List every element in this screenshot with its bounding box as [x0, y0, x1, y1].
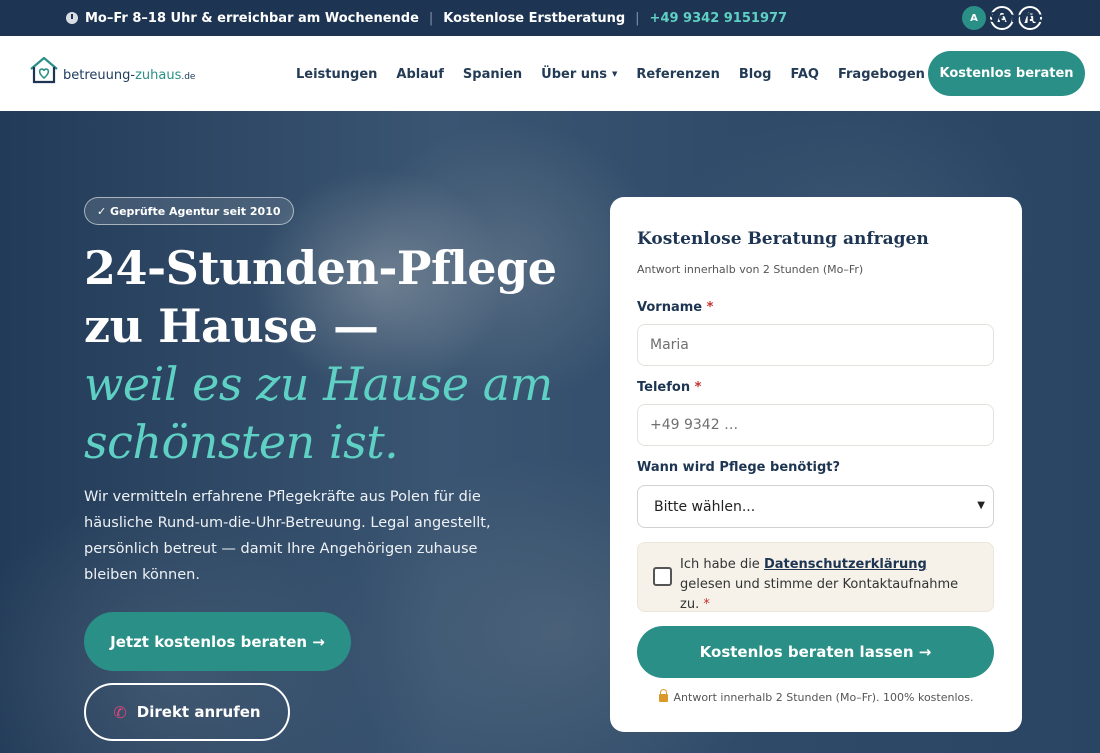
site-header: betreuung-zuhaus.de Leistungen Ablauf Sp…	[0, 36, 1100, 111]
nav-item-spanien[interactable]: Spanien	[463, 67, 522, 82]
submit-button[interactable]: Kostenlos beraten lassen →	[637, 626, 994, 678]
consent-text: Ich habe die Datenschutzerklärung gelese…	[680, 555, 980, 615]
hero-consult-button[interactable]: Jetzt kostenlos beraten →	[84, 612, 351, 671]
logo[interactable]: betreuung-zuhaus.de	[28, 56, 195, 84]
form-footnote-text: Antwort innerhalb 2 Stunden (Mo–Fr). 100…	[673, 691, 974, 704]
house-heart-icon	[30, 56, 58, 84]
privacy-policy-link[interactable]: Datenschutzerklärung	[764, 557, 927, 572]
chevron-down-icon: ▼	[612, 70, 618, 78]
required-mark: *	[706, 300, 714, 315]
care-start-selected: Bitte wählen...	[654, 498, 756, 515]
hero-title: 24-Stunden-Pflege zu Hause — weil es zu …	[84, 239, 594, 471]
free-consultation-text: Kostenlose Erstberatung	[443, 10, 626, 26]
form-title: Kostenlose Beratung anfragen	[637, 229, 929, 249]
opening-hours: Mo–Fr 8–18 Uhr & erreichbar am Wochenend…	[85, 10, 419, 26]
required-mark: *	[694, 380, 702, 395]
divider: |	[635, 10, 640, 26]
font-size-small-button[interactable]: A	[962, 6, 986, 30]
care-start-label: Wann wird Pflege benötigt?	[637, 460, 841, 475]
nav-item-label: Über uns	[541, 67, 608, 82]
firstname-label: Vorname *	[637, 300, 713, 315]
phone-link[interactable]: +49 9342 9151977	[650, 11, 788, 26]
firstname-input[interactable]	[637, 324, 994, 366]
required-mark: *	[703, 597, 710, 612]
hero-lead-text: Wir vermitteln erfahrene Pflegekräfte au…	[84, 489, 491, 583]
firstname-label-text: Vorname	[637, 300, 703, 315]
call-button-label: Direkt anrufen	[136, 703, 261, 721]
hero-title-line-2: zu Hause —	[84, 299, 379, 353]
phone-label-text: Telefon	[637, 380, 691, 395]
nav-item-ablauf[interactable]: Ablauf	[396, 67, 444, 82]
consent-text-pre: Ich habe die	[680, 557, 764, 572]
hero-title-line-1: 24-Stunden-Pflege	[84, 241, 557, 295]
trust-badge: ✓ Geprüfte Agentur seit 2010	[84, 197, 294, 225]
logo-accent: zuhaus	[135, 68, 182, 83]
logo-tld: .de	[181, 72, 196, 82]
top-bar: Mo–Fr 8–18 Uhr & erreichbar am Wochenend…	[0, 0, 1100, 36]
logo-name: betreuung-	[63, 68, 136, 83]
consultation-form-card: Kostenlose Beratung anfragen Antwort inn…	[610, 197, 1022, 732]
nav-item-referenzen[interactable]: Referenzen	[636, 67, 719, 82]
phone-label: Telefon *	[637, 380, 701, 395]
privacy-consent: Ich habe die Datenschutzerklärung gelese…	[637, 542, 994, 612]
main-nav: Leistungen Ablauf Spanien Über uns ▼ Refe…	[296, 67, 944, 82]
header-consult-button[interactable]: Kostenlos beraten	[928, 51, 1085, 96]
privacy-checkbox[interactable]	[653, 567, 672, 586]
nav-item-faq[interactable]: FAQ	[790, 67, 819, 82]
nav-item-blog[interactable]: Blog	[739, 67, 772, 82]
font-size-label: Schrift:	[989, 10, 1044, 26]
form-footnote: Antwort innerhalb 2 Stunden (Mo–Fr). 100…	[610, 689, 1022, 704]
phone-icon: ✆	[113, 702, 127, 722]
care-start-select[interactable]: Bitte wählen... ▼	[637, 485, 994, 528]
clock-icon	[66, 12, 78, 24]
nav-item-leistungen[interactable]: Leistungen	[296, 67, 377, 82]
select-arrow-icon: ▼	[977, 500, 985, 511]
call-button[interactable]: ✆ Direkt anrufen	[84, 683, 290, 741]
hero-section: ✓ Geprüfte Agentur seit 2010 24-Stunden-…	[0, 111, 1100, 753]
lock-icon	[658, 689, 668, 702]
nav-item-fragebogen[interactable]: Fragebogen	[838, 67, 925, 82]
consent-text-post: gelesen und stimme der Kontaktaufnahme z…	[680, 577, 959, 612]
logo-text: betreuung-zuhaus.de	[63, 68, 195, 83]
hero-title-italic-2: schönsten ist.	[84, 415, 399, 469]
form-subtitle: Antwort innerhalb von 2 Stunden (Mo–Fr)	[637, 263, 864, 276]
hero-title-italic-1: weil es zu Hause am	[84, 357, 553, 411]
font-size-switcher: Schrift: A A A	[962, 6, 1044, 30]
phone-input[interactable]	[637, 404, 994, 446]
divider: |	[428, 10, 434, 26]
nav-item-ueber-uns[interactable]: Über uns ▼	[541, 67, 617, 82]
